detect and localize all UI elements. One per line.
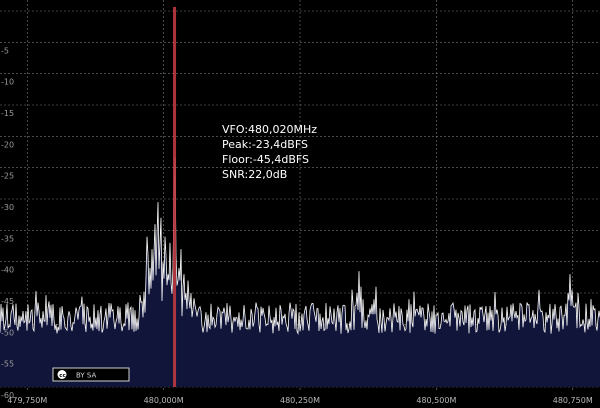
y-tick-label: -50 — [1, 328, 14, 337]
y-tick-label: -35 — [1, 234, 14, 243]
floor-readout: Floor:-45,4dBFS — [222, 153, 309, 166]
x-tick-label: 479,750M — [7, 396, 47, 405]
license-text: BY SA — [76, 372, 96, 380]
y-tick-label: -20 — [1, 140, 14, 149]
y-tick-label: -25 — [1, 172, 14, 181]
x-tick-label: 480,250M — [280, 396, 320, 405]
svg-text:cc: cc — [59, 373, 66, 379]
y-tick-label: -5 — [1, 46, 9, 55]
x-tick-label: 480,500M — [416, 396, 456, 405]
y-tick-label: -15 — [1, 109, 14, 118]
snr-readout: SNR:22,0dB — [222, 168, 287, 181]
y-tick-label: -55 — [1, 360, 14, 369]
y-tick-label: -40 — [1, 266, 14, 275]
vfo-frequency-readout: VFO:480,020MHz — [222, 123, 317, 136]
y-tick-label: -30 — [1, 203, 14, 212]
spectrum-plot[interactable]: -5-10-15-20-25-30-35-40-45-50-55-60 479,… — [0, 0, 600, 408]
y-tick-label: -45 — [1, 297, 14, 306]
license-badge: cc BY SA — [52, 367, 130, 382]
peak-readout: Peak:-23,4dBFS — [222, 138, 308, 151]
x-tick-label: 480,000M — [144, 396, 184, 405]
vfo-marker[interactable] — [173, 7, 177, 387]
creative-commons-icon: cc — [57, 370, 67, 379]
x-tick-label: 480,750M — [553, 396, 593, 405]
y-tick-label: -10 — [1, 78, 14, 87]
